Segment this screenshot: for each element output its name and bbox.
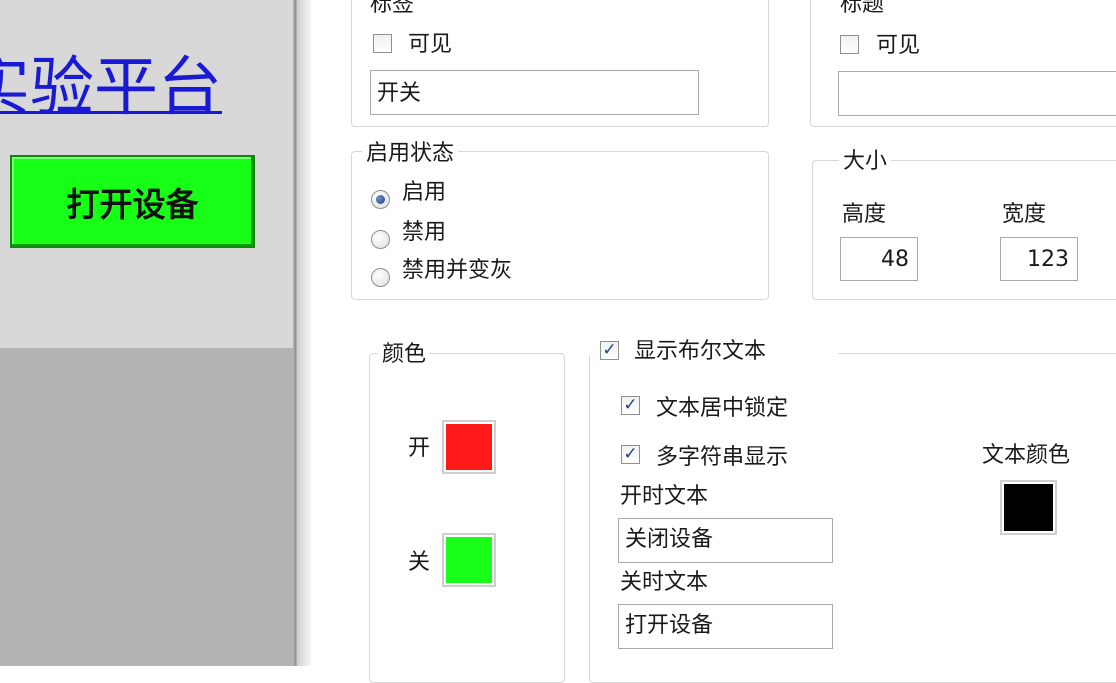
width-label: 宽度	[1002, 202, 1047, 227]
radio-disabled[interactable]	[371, 230, 390, 249]
on-text-input[interactable]: 关闭设备	[618, 518, 833, 563]
size-group-legend: 大小	[839, 149, 892, 175]
title-visible-text: 可见	[876, 33, 921, 58]
label-group-legend: 标签	[366, 0, 419, 18]
radio-enabled-label: 启用	[402, 180, 447, 205]
platform-title[interactable]: 实验平台	[0, 48, 222, 128]
radio-enabled[interactable]	[371, 190, 390, 209]
show-bool-text-label: 显示布尔文本	[634, 339, 767, 364]
off-text-input[interactable]: 打开设备	[618, 604, 833, 649]
multi-string-checkbox[interactable]: ✓	[621, 445, 640, 464]
title-text-input[interactable]	[838, 71, 1116, 116]
off-color-fill	[446, 537, 492, 583]
bool-text-group-divider	[840, 353, 1116, 354]
off-color-swatch[interactable]	[442, 533, 496, 587]
on-color-label: 开	[408, 436, 431, 461]
radio-disabled-grayed[interactable]	[371, 268, 390, 287]
front-panel-preview: 实验平台 打开设备	[0, 0, 293, 666]
label-visible-checkbox[interactable]	[373, 34, 392, 53]
center-lock-checkbox[interactable]: ✓	[621, 396, 640, 415]
on-text-label: 开时文本	[620, 484, 709, 509]
colors-group-legend: 颜色	[378, 342, 431, 368]
label-visible-text: 可见	[408, 32, 453, 57]
show-bool-text-checkbox[interactable]: ✓	[600, 341, 619, 360]
text-color-label: 文本颜色	[982, 443, 1071, 468]
multi-string-label: 多字符串显示	[656, 445, 789, 470]
title-group-legend: 标题	[836, 0, 889, 18]
preview-bottom-area	[0, 348, 293, 666]
height-input[interactable]: 48	[840, 237, 918, 281]
preview-top-area: 实验平台 打开设备	[0, 0, 293, 348]
enable-state-legend: 启用状态	[362, 141, 459, 167]
off-color-label: 关	[408, 550, 431, 575]
on-color-fill	[446, 424, 492, 470]
title-visible-checkbox[interactable]	[840, 35, 859, 54]
radio-disabled-label: 禁用	[402, 220, 447, 245]
center-lock-label: 文本居中锁定	[656, 396, 789, 421]
colors-group	[369, 353, 565, 683]
on-color-swatch[interactable]	[442, 420, 496, 474]
radio-disabled-grayed-label: 禁用并变灰	[402, 258, 513, 283]
open-device-button[interactable]: 打开设备	[10, 155, 255, 248]
panel-splitter[interactable]	[293, 0, 311, 666]
label-text-input[interactable]: 开关	[370, 70, 699, 115]
text-color-fill	[1004, 484, 1053, 531]
off-text-label: 关时文本	[620, 570, 709, 595]
radio-selected-dot	[376, 195, 385, 204]
height-label: 高度	[842, 202, 887, 227]
text-color-swatch[interactable]	[1000, 480, 1057, 535]
width-input[interactable]: 123	[1000, 237, 1078, 281]
